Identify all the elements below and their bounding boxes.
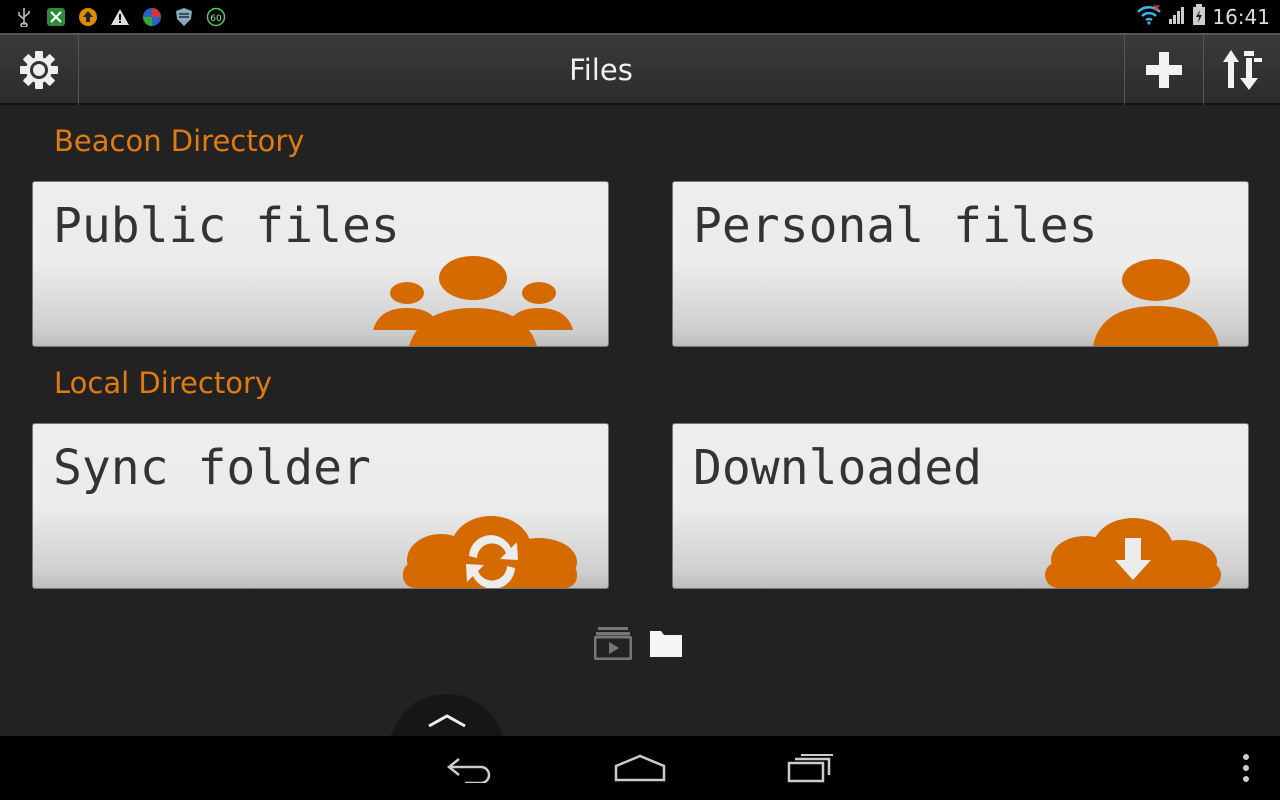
gear-icon: [20, 51, 58, 89]
back-button[interactable]: [430, 736, 510, 800]
media-page-icon[interactable]: [594, 626, 632, 660]
group-icon: [373, 256, 573, 346]
more-vert-icon: [1243, 754, 1249, 782]
notification-area: 60: [14, 6, 226, 28]
cloud-download-icon: [1045, 518, 1221, 588]
tile-label: Public files: [53, 198, 400, 254]
folder-icon[interactable]: [648, 627, 684, 659]
battery-charging-icon: [1192, 4, 1206, 30]
status-bar: 60 16:41: [0, 0, 1280, 33]
recent-apps-icon: [787, 754, 833, 783]
home-icon: [614, 754, 666, 782]
add-button[interactable]: [1124, 35, 1203, 105]
signal-icon: [1168, 5, 1186, 29]
shield-icon: [174, 7, 194, 27]
app-icon: [46, 7, 66, 27]
page-indicator: [594, 626, 684, 660]
navigation-bar: [0, 736, 1280, 800]
tile-downloaded[interactable]: Downloaded: [672, 423, 1249, 589]
sixty-icon: 60: [206, 7, 226, 27]
usb-icon: [14, 7, 34, 27]
system-status: 16:41: [1136, 4, 1270, 30]
chevron-up-icon: [428, 714, 466, 728]
sort-icon: [1222, 50, 1262, 90]
plus-icon: [1146, 52, 1182, 88]
page-title: Files: [569, 53, 633, 87]
sort-button[interactable]: [1203, 35, 1280, 105]
browser-icon: [142, 7, 162, 27]
clock: 16:41: [1212, 5, 1270, 29]
back-icon: [446, 758, 491, 783]
tile-public-files[interactable]: Public files: [32, 181, 609, 347]
person-icon: [1093, 259, 1219, 346]
home-button[interactable]: [600, 736, 680, 800]
tile-personal-files[interactable]: Personal files: [672, 181, 1249, 347]
tile-sync-folder[interactable]: Sync folder: [32, 423, 609, 589]
tile-label: Personal files: [693, 198, 1098, 254]
warning-icon: [110, 7, 130, 27]
upload-icon: [78, 7, 98, 27]
section-header-beacon: Beacon Directory: [54, 124, 305, 158]
action-bar: Files: [0, 33, 1280, 105]
overflow-menu-button[interactable]: [1230, 736, 1262, 800]
tile-label: Sync folder: [53, 440, 371, 496]
recent-apps-button[interactable]: [770, 736, 850, 800]
tile-label: Downloaded: [693, 440, 982, 496]
cloud-sync-icon: [403, 516, 577, 588]
settings-button[interactable]: [0, 35, 79, 105]
section-header-local: Local Directory: [54, 366, 273, 400]
sixty-label: 60: [210, 14, 222, 24]
wifi-icon: [1136, 4, 1162, 29]
